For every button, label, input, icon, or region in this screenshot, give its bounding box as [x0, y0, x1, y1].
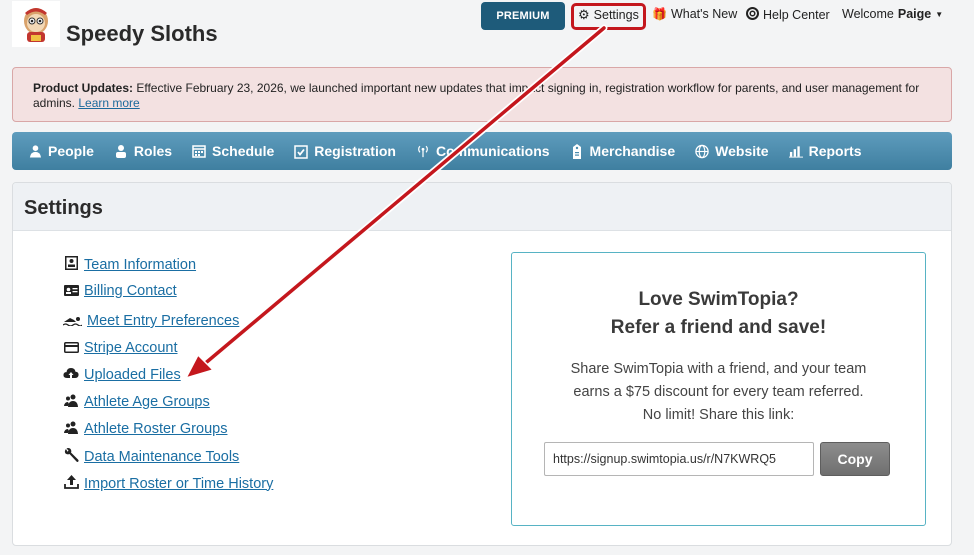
settings-link-billing-contact[interactable]: Billing Contact [63, 283, 177, 299]
upload-icon [63, 475, 79, 492]
nav-schedule[interactable]: Schedule [192, 143, 274, 159]
product-updates-banner: Product Updates: Effective February 23, … [12, 67, 952, 122]
settings-link-data-maintenance-tools[interactable]: Data Maintenance Tools [63, 448, 239, 466]
user-name: Paige [897, 7, 932, 21]
checklist-icon [294, 144, 309, 159]
settings-link-stripe-account[interactable]: Stripe Account [63, 340, 178, 356]
broadcast-icon [416, 144, 430, 158]
settings-link-athlete-age-groups[interactable]: Athlete Age Groups [63, 394, 210, 410]
gift-icon: 🎁 [652, 7, 667, 21]
learn-more-link[interactable]: Learn more [78, 96, 139, 110]
nav-roles[interactable]: Roles [114, 143, 172, 159]
banner-title: Product Updates: [33, 81, 134, 95]
uploaded-files-link[interactable]: Uploaded Files [84, 367, 181, 383]
referral-card: Love SwimTopia? Refer a friend and save!… [511, 252, 926, 526]
nav-reports-label: Reports [808, 143, 862, 159]
credit-card-icon [63, 341, 79, 356]
referral-link-input[interactable] [544, 442, 814, 476]
nav-people[interactable]: People [28, 143, 94, 159]
settings-link-athlete-roster-groups[interactable]: Athlete Roster Groups [63, 421, 227, 437]
wrench-icon [63, 448, 79, 466]
globe-icon [695, 144, 709, 158]
nav-roles-label: Roles [133, 143, 173, 159]
referral-text-line3: No limit! Share this link: [642, 407, 795, 423]
stripe-account-link[interactable]: Stripe Account [84, 340, 178, 356]
premium-button[interactable]: PREMIUM [481, 2, 565, 30]
bar-chart-icon [788, 144, 803, 158]
lifebuoy-icon [746, 7, 759, 23]
referral-description: Share SwimTopia with a friend, and your … [512, 358, 925, 427]
whats-new-label: What's New [670, 7, 738, 21]
caret-down-icon: ▼ [935, 9, 944, 19]
team-logo[interactable] [12, 1, 60, 47]
nav-people-label: People [48, 143, 94, 159]
cloud-upload-icon [63, 367, 79, 383]
settings-link-meet-entry-preferences[interactable]: Meet Entry Preferences [62, 313, 239, 329]
nav-schedule-label: Schedule [212, 143, 275, 159]
settings-title: Settings [13, 183, 951, 231]
main-nav: People Roles Schedule Registration Commu… [12, 132, 952, 170]
roles-icon [114, 144, 128, 158]
help-center-label: Help Center [763, 8, 830, 22]
import-roster-link[interactable]: Import Roster or Time History [84, 476, 273, 492]
referral-title-line1: Love SwimTopia? [638, 289, 799, 310]
nav-merchandise[interactable]: Merchandise [570, 143, 676, 159]
id-badge-icon [63, 256, 79, 273]
nav-website-label: Website [715, 143, 769, 159]
welcome-prefix: Welcome [842, 7, 894, 21]
settings-link-team-information[interactable]: Team Information [63, 256, 196, 273]
referral-text-line1: Share SwimTopia with a friend, and your … [570, 361, 867, 377]
settings-highlight-box [571, 3, 646, 30]
nav-communications[interactable]: Communications [416, 143, 550, 159]
athletes-icon [63, 394, 79, 410]
tag-icon [570, 143, 584, 159]
billing-contact-link[interactable]: Billing Contact [84, 283, 177, 299]
nav-registration-label: Registration [314, 143, 396, 159]
settings-link-import-roster[interactable]: Import Roster or Time History [63, 475, 273, 492]
user-menu[interactable]: Welcome Paige ▼ [842, 7, 943, 21]
settings-link-uploaded-files[interactable]: Uploaded Files [63, 367, 181, 383]
nav-merchandise-label: Merchandise [589, 143, 676, 159]
calendar-icon [192, 144, 206, 158]
nav-website[interactable]: Website [695, 143, 769, 159]
people-icon [28, 144, 42, 158]
referral-title-line2: Refer a friend and save! [610, 317, 827, 338]
copy-button[interactable]: Copy [820, 442, 890, 476]
data-maintenance-tools-link[interactable]: Data Maintenance Tools [84, 449, 239, 465]
id-card-icon [63, 284, 79, 299]
meet-entry-preferences-link[interactable]: Meet Entry Preferences [87, 313, 239, 329]
settings-panel: Settings Team Information Billing Contac… [12, 182, 952, 546]
athlete-age-groups-link[interactable]: Athlete Age Groups [84, 394, 210, 410]
athlete-roster-groups-link[interactable]: Athlete Roster Groups [84, 421, 227, 437]
referral-text-line2: earns a $75 discount for every team refe… [573, 384, 864, 400]
nav-reports[interactable]: Reports [788, 143, 862, 159]
nav-communications-label: Communications [435, 143, 550, 159]
banner-text: Effective February 23, 2026, we launched… [33, 81, 920, 110]
athletes-icon [63, 421, 79, 437]
team-name: Speedy Sloths [66, 21, 218, 46]
team-information-link[interactable]: Team Information [84, 257, 196, 273]
help-center-link[interactable]: Help Center [746, 7, 830, 23]
swimmer-icon [62, 314, 83, 329]
nav-registration[interactable]: Registration [294, 143, 396, 159]
whats-new-link[interactable]: 🎁 What's New [652, 7, 737, 21]
